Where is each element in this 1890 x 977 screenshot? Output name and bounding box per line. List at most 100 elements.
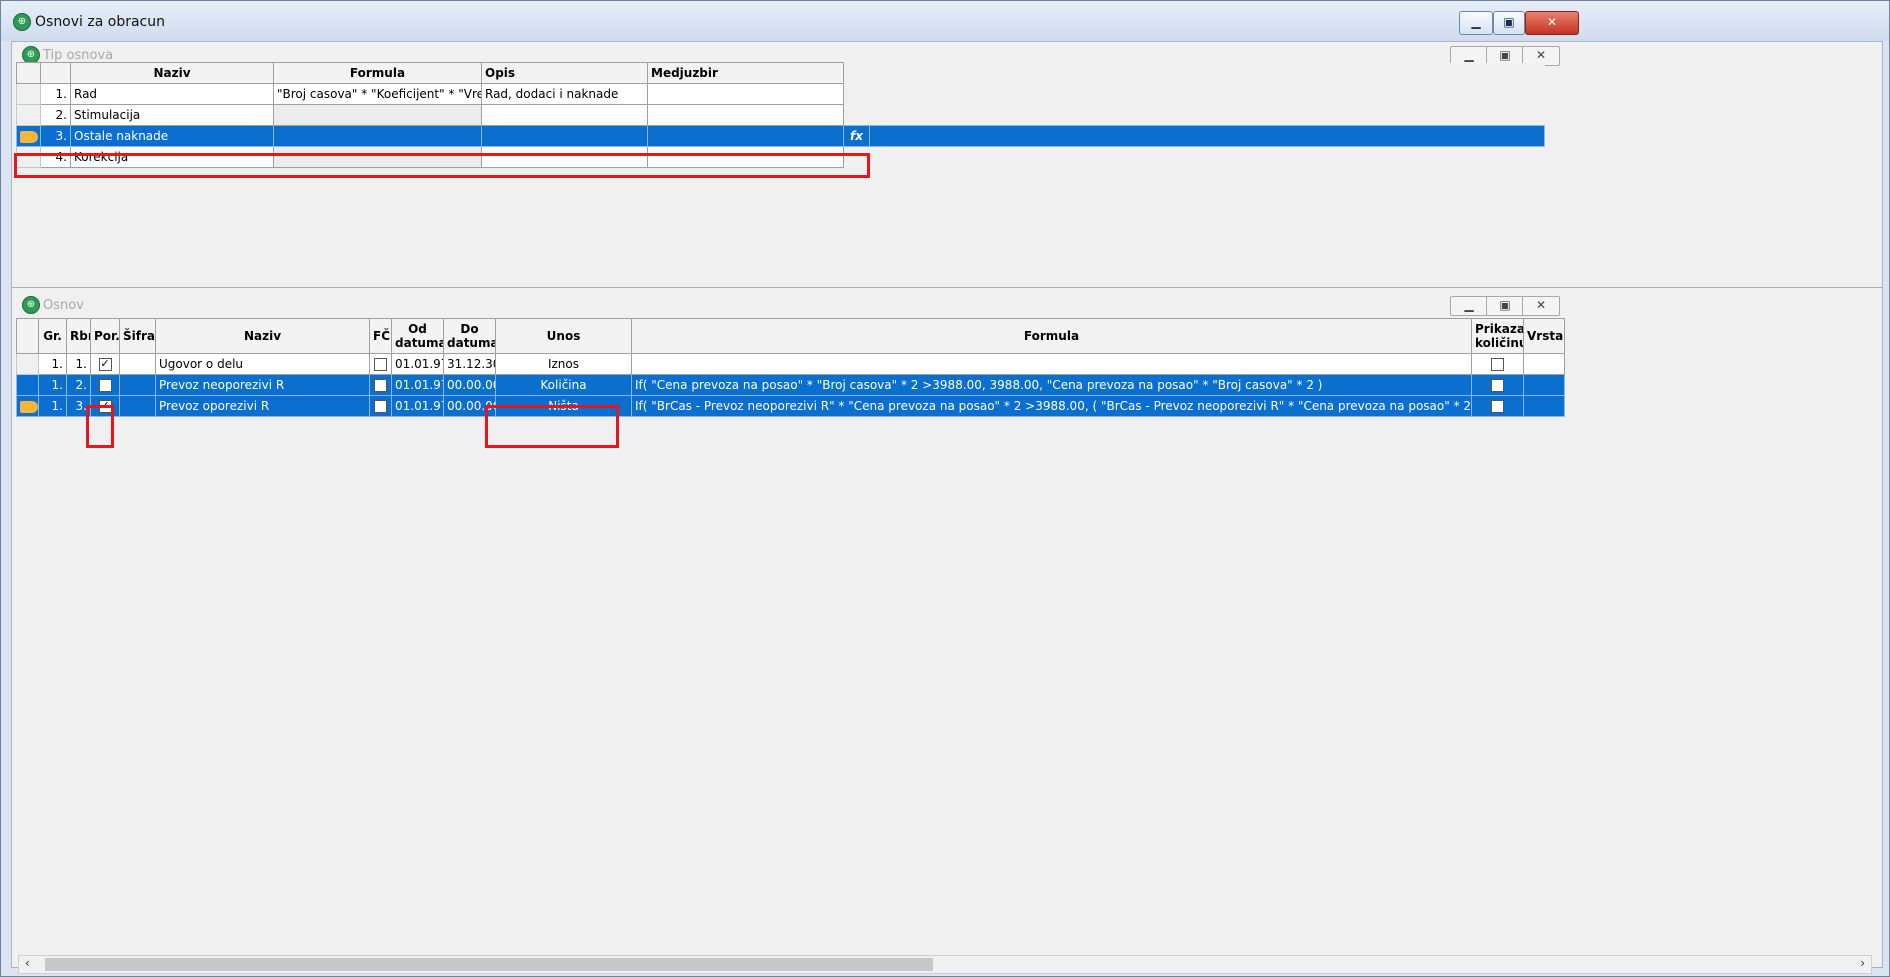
col-sifra[interactable]: Šifra bbox=[119, 318, 156, 354]
indicator-header bbox=[16, 62, 41, 84]
col-gr[interactable]: Gr. bbox=[38, 318, 67, 354]
rownum-header bbox=[40, 62, 71, 84]
cell-formula[interactable] bbox=[273, 146, 482, 168]
cell-unos[interactable]: Ništa bbox=[495, 395, 632, 417]
cell-fc[interactable] bbox=[369, 395, 392, 417]
cell-fc[interactable] bbox=[369, 374, 392, 396]
maximize-button[interactable]: ▣ bbox=[1493, 11, 1525, 35]
table-row[interactable]: 4. Korekcija bbox=[16, 146, 1545, 168]
cell-medjuzbir[interactable] bbox=[647, 146, 844, 168]
col-formula[interactable]: Formula bbox=[631, 318, 1472, 354]
cell-gr[interactable]: 1. bbox=[38, 395, 67, 417]
col-do-datuma[interactable]: Do datuma bbox=[443, 318, 496, 354]
cell-naziv[interactable]: Rad bbox=[70, 83, 274, 105]
cell-por[interactable] bbox=[90, 374, 120, 396]
cell-vrsta[interactable] bbox=[1523, 374, 1565, 396]
table-row-selected[interactable]: 3. Ostale naknade fx bbox=[16, 125, 1545, 147]
checkbox-icon[interactable]: ✓ bbox=[98, 358, 112, 371]
cell-naziv[interactable]: Prevoz oporezivi R bbox=[155, 395, 370, 417]
cell-do-datuma[interactable]: 31.12.30 bbox=[443, 353, 496, 375]
cell-do-datuma[interactable]: 00.00.00 bbox=[443, 395, 496, 417]
cell-od-datuma[interactable]: 01.01.97 bbox=[391, 374, 444, 396]
checkbox-icon[interactable] bbox=[374, 400, 387, 413]
cell-formula[interactable] bbox=[631, 353, 1472, 375]
cell-naziv[interactable]: Ostale naknade bbox=[70, 125, 274, 147]
horizontal-scrollbar[interactable]: ‹ › bbox=[18, 955, 1872, 974]
cell-medjuzbir[interactable] bbox=[647, 104, 844, 126]
checkbox-icon[interactable] bbox=[1491, 400, 1504, 413]
cell-naziv[interactable]: Stimulacija bbox=[70, 104, 274, 126]
checkbox-icon[interactable] bbox=[374, 358, 387, 371]
cell-formula[interactable]: If( "Cena prevoza na posao" * "Broj caso… bbox=[631, 374, 1472, 396]
col-por[interactable]: Por. bbox=[90, 318, 120, 354]
cell-sifra[interactable] bbox=[119, 395, 156, 417]
cell-od-datuma[interactable]: 01.01.97 bbox=[391, 353, 444, 375]
col-naziv[interactable]: Naziv bbox=[70, 62, 274, 84]
scroll-thumb[interactable] bbox=[45, 958, 933, 971]
cell-od-datuma[interactable]: 01.01.97 bbox=[391, 395, 444, 417]
checkbox-icon[interactable] bbox=[1491, 358, 1504, 371]
cell-sifra[interactable] bbox=[119, 353, 156, 375]
cell-formula[interactable] bbox=[273, 104, 482, 126]
cell-vrsta[interactable] bbox=[1523, 395, 1565, 417]
cell-formula[interactable]: If( "BrCas - Prevoz neoporezivi R" * "Ce… bbox=[631, 395, 1472, 417]
cell-unos[interactable]: Iznos bbox=[495, 353, 632, 375]
cell-opis[interactable] bbox=[481, 125, 648, 147]
cell-naziv[interactable]: Ugovor o delu bbox=[155, 353, 370, 375]
table-row-selected[interactable]: 1. 2. Prevoz neoporezivi R 01.01.97 00.0… bbox=[16, 374, 1565, 396]
col-vrsta[interactable]: Vrsta bbox=[1523, 318, 1565, 354]
panel2-minimize-button[interactable]: ▁ bbox=[1450, 296, 1488, 316]
osnov-grid: Gr. Rbr Por. Šifra Naziv FČ Oddatuma Dod… bbox=[16, 318, 1565, 417]
minimize-button[interactable]: ▁ bbox=[1459, 11, 1493, 35]
table-row[interactable]: 1. 1. ✓ Ugovor o delu 01.01.97 31.12.30 … bbox=[16, 353, 1565, 375]
cell-unos[interactable]: Količina bbox=[495, 374, 632, 396]
panel2-close-button[interactable]: ✕ bbox=[1522, 296, 1560, 316]
col-unos[interactable]: Unos bbox=[495, 318, 632, 354]
fx-icon[interactable]: fx bbox=[843, 125, 870, 147]
cell-medjuzbir[interactable] bbox=[647, 125, 844, 147]
cell-fc[interactable] bbox=[369, 353, 392, 375]
cell-opis[interactable]: Rad, dodaci i naknade bbox=[481, 83, 648, 105]
col-formula[interactable]: Formula bbox=[273, 62, 482, 84]
cell-medjuzbir[interactable] bbox=[647, 83, 844, 105]
cell-naziv[interactable]: Prevoz neoporezivi R bbox=[155, 374, 370, 396]
table-row[interactable]: 1. Rad "Broj casova" * "Koeficijent" * "… bbox=[16, 83, 1545, 105]
row-number: 2. bbox=[40, 104, 71, 126]
table-row-selected[interactable]: 1. 3. ✓ Prevoz oporezivi R 01.01.97 00.0… bbox=[16, 395, 1565, 417]
col-od-datuma[interactable]: Od datuma bbox=[391, 318, 444, 354]
hand-pointer-icon bbox=[20, 400, 38, 413]
cell-opis[interactable] bbox=[481, 146, 648, 168]
cell-prikazati[interactable] bbox=[1471, 374, 1524, 396]
cell-prikazati[interactable] bbox=[1471, 353, 1524, 375]
col-opis[interactable]: Opis bbox=[481, 62, 648, 84]
cell-gr[interactable]: 1. bbox=[38, 353, 67, 375]
panel2-restore-button[interactable]: ▣ bbox=[1486, 296, 1524, 316]
checkbox-icon[interactable] bbox=[1491, 379, 1504, 392]
col-fc[interactable]: FČ bbox=[369, 318, 392, 354]
col-naziv[interactable]: Naziv bbox=[155, 318, 370, 354]
table-row[interactable]: 2. Stimulacija bbox=[16, 104, 1545, 126]
cell-vrsta[interactable] bbox=[1523, 353, 1565, 375]
cell-rbr[interactable]: 2. bbox=[66, 374, 91, 396]
checkbox-icon[interactable] bbox=[98, 379, 112, 392]
close-button[interactable]: ✕ bbox=[1525, 11, 1579, 35]
cell-por[interactable]: ✓ bbox=[90, 395, 120, 417]
cell-rbr[interactable]: 3. bbox=[66, 395, 91, 417]
cell-sifra[interactable] bbox=[119, 374, 156, 396]
cell-rbr[interactable]: 1. bbox=[66, 353, 91, 375]
col-rbr[interactable]: Rbr bbox=[66, 318, 91, 354]
cell-formula[interactable] bbox=[273, 125, 482, 147]
cell-do-datuma[interactable]: 00.00.00 bbox=[443, 374, 496, 396]
cell-por[interactable]: ✓ bbox=[90, 353, 120, 375]
scroll-right-icon[interactable]: › bbox=[1860, 956, 1865, 970]
scroll-left-icon[interactable]: ‹ bbox=[25, 956, 30, 970]
cell-formula[interactable]: "Broj casova" * "Koeficijent" * "Vrednos… bbox=[273, 83, 482, 105]
cell-opis[interactable] bbox=[481, 104, 648, 126]
col-prikazati-kolicinu[interactable]: Prikazatikoličinu bbox=[1471, 318, 1524, 354]
cell-gr[interactable]: 1. bbox=[38, 374, 67, 396]
checkbox-icon[interactable] bbox=[374, 379, 387, 392]
checkbox-icon[interactable]: ✓ bbox=[98, 400, 112, 413]
col-medjuzbir[interactable]: Medjuzbir bbox=[647, 62, 844, 84]
cell-prikazati[interactable] bbox=[1471, 395, 1524, 417]
cell-naziv[interactable]: Korekcija bbox=[70, 146, 274, 168]
